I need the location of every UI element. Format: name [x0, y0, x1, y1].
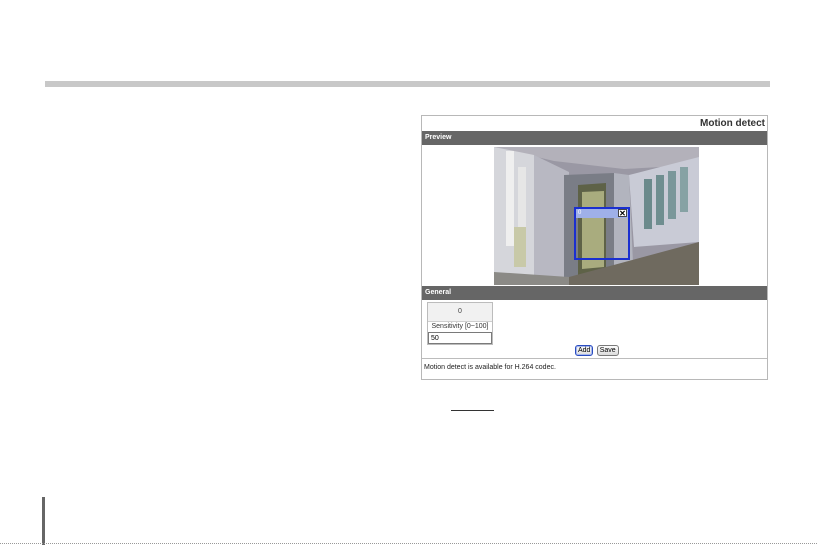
sensitivity-label: Sensitivity [0~100]	[431, 323, 489, 330]
add-button[interactable]: Add	[575, 345, 594, 356]
preview-area: 0 ✕	[422, 145, 767, 286]
camera-preview: 0 ✕	[494, 147, 699, 285]
codec-note: Motion detect is available for H.264 cod…	[422, 358, 767, 378]
top-divider	[45, 81, 770, 87]
sensitivity-table: 0 Sensitivity [0~100]	[427, 302, 493, 345]
underline-mark	[451, 410, 494, 411]
close-icon[interactable]: ✕	[618, 209, 627, 218]
motion-window-label: 0	[578, 210, 582, 216]
page-edge-bar	[42, 497, 45, 545]
sensitivity-input[interactable]	[428, 332, 492, 344]
preview-header: Preview	[422, 131, 767, 145]
motion-detect-panel: Motion detect Preview 0 ✕ General 0 Sens…	[421, 115, 768, 380]
general-area: 0 Sensitivity [0~100] Add Save	[422, 300, 767, 358]
motion-window-titlebar[interactable]: 0 ✕	[576, 209, 628, 218]
general-header: General	[422, 286, 767, 300]
save-button[interactable]: Save	[596, 345, 619, 356]
button-row: Add Save	[575, 345, 620, 356]
window-index: 0	[428, 303, 492, 322]
motion-window[interactable]: 0 ✕	[574, 207, 630, 260]
panel-title: Motion detect	[700, 118, 765, 129]
